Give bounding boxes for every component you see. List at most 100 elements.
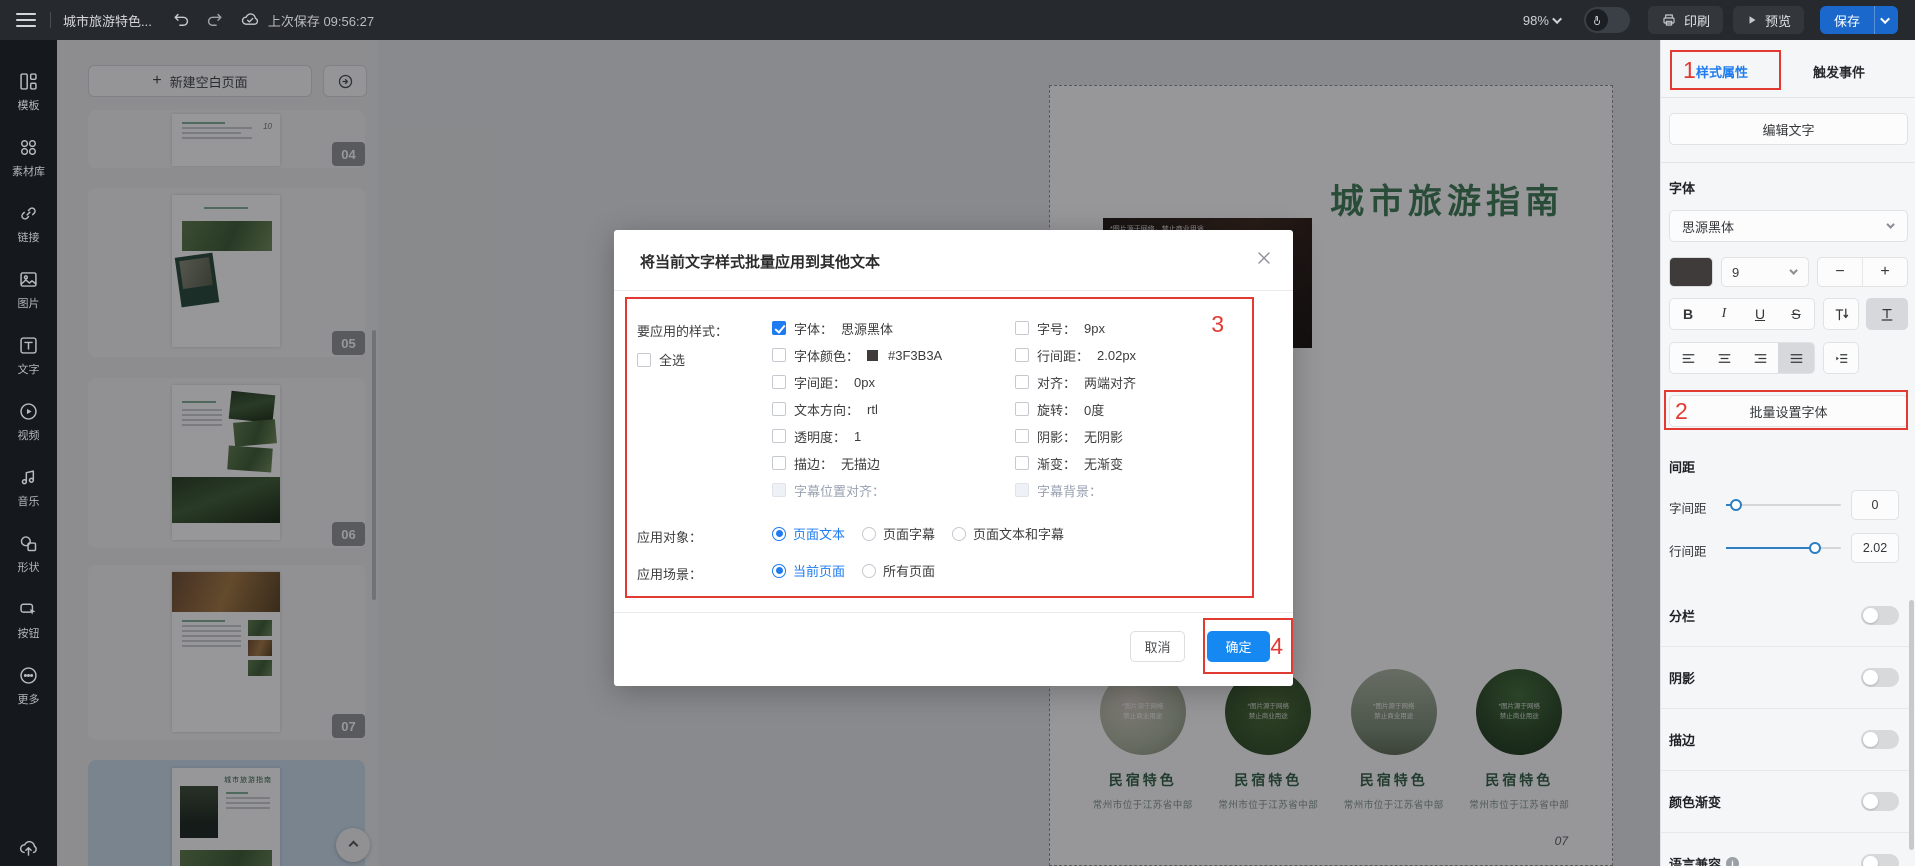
close-icon[interactable]	[1257, 251, 1271, 265]
style-option-shadow[interactable]: 阴影：无阴影	[1015, 426, 1250, 446]
sidebar-item-shape[interactable]: 形状	[0, 532, 57, 575]
setting-label: 语言兼容i	[1669, 854, 1739, 866]
select-all-option[interactable]: 全选	[637, 350, 685, 369]
print-button[interactable]: 印刷	[1648, 6, 1723, 34]
toggle-stroke[interactable]	[1861, 730, 1899, 749]
checkbox-line-spacing[interactable]	[1015, 348, 1029, 362]
sidebar-item-music[interactable]: 音乐	[0, 466, 57, 509]
text-orientation-button[interactable]	[1866, 298, 1908, 330]
style-option-font-color[interactable]: 字体颜色：#3F3B3A	[772, 345, 1007, 365]
sidebar-item-video[interactable]: 视频	[0, 400, 57, 443]
style-option-opacity[interactable]: 透明度：1	[772, 426, 1007, 446]
checkbox-font-size[interactable]	[1015, 321, 1029, 335]
checkbox-align[interactable]	[1015, 375, 1029, 389]
strikethrough-button[interactable]: S	[1778, 299, 1814, 329]
align-justify-button[interactable]	[1778, 343, 1814, 373]
indent-button[interactable]	[1823, 342, 1859, 374]
apply-target-page-text-subtitle[interactable]: 页面文本和字幕	[952, 524, 1064, 543]
save-dropdown[interactable]	[1874, 6, 1898, 34]
slider-handle[interactable]	[1730, 499, 1742, 511]
sidebar-item-button[interactable]: 按钮	[0, 598, 57, 641]
batch-set-font-button[interactable]: 批量设置字体	[1669, 395, 1908, 427]
style-option-line-spacing[interactable]: 行间距：2.02px	[1015, 345, 1250, 365]
decrease-size-button[interactable]: −	[1818, 258, 1863, 286]
letter-spacing-value[interactable]: 0	[1851, 490, 1899, 520]
style-option-font-size[interactable]: 字号：9px	[1015, 318, 1250, 338]
menu-icon[interactable]	[16, 13, 36, 27]
vertical-text-button[interactable]	[1823, 298, 1859, 330]
apply-scope-current-page[interactable]: 当前页面	[772, 561, 845, 580]
radio-page-subtitle[interactable]	[862, 527, 876, 541]
align-center-button[interactable]	[1706, 343, 1742, 373]
bold-button[interactable]: B	[1670, 299, 1706, 329]
zoom-control[interactable]: 98%	[1523, 13, 1562, 28]
checkbox-rotate[interactable]	[1015, 402, 1029, 416]
undo-icon[interactable]	[172, 11, 191, 30]
checkbox-subtitle-bg[interactable]	[1015, 483, 1029, 497]
checkbox-text-direction[interactable]	[772, 402, 786, 416]
style-option-align[interactable]: 对齐：两端对齐	[1015, 372, 1250, 392]
style-option-rotate[interactable]: 旋转：0度	[1015, 399, 1250, 419]
sidebar-item-image[interactable]: 图片	[0, 268, 57, 311]
style-option-font-family[interactable]: 字体：思源黑体	[772, 318, 1007, 338]
style-option-stroke[interactable]: 描边：无描边	[772, 453, 1007, 473]
style-option-gradient[interactable]: 渐变：无渐变	[1015, 453, 1250, 473]
style-option-subtitle-bg[interactable]: 字幕背景：	[1015, 480, 1250, 500]
toggle-columns[interactable]	[1861, 606, 1899, 625]
checkbox-shadow[interactable]	[1015, 429, 1029, 443]
radio-page-text[interactable]	[772, 527, 786, 541]
radio-all-pages[interactable]	[862, 564, 876, 578]
checkbox-opacity[interactable]	[772, 429, 786, 443]
tab-trigger-events[interactable]: 触发事件	[1813, 62, 1865, 81]
toggle-language-compat[interactable]	[1861, 854, 1899, 866]
checkbox-gradient[interactable]	[1015, 456, 1029, 470]
panel-scrollbar[interactable]	[1909, 600, 1914, 850]
font-size-select[interactable]: 9	[1721, 257, 1809, 287]
sidebar-item-assets[interactable]: 素材库	[0, 136, 57, 179]
slider-handle[interactable]	[1809, 542, 1821, 554]
sidebar-item-upload[interactable]: 上传	[0, 837, 57, 866]
redo-icon[interactable]	[205, 11, 224, 30]
zoom-level: 98%	[1523, 13, 1549, 28]
letter-spacing-slider[interactable]	[1726, 504, 1841, 506]
radio-page-text-subtitle[interactable]	[952, 527, 966, 541]
font-family-select[interactable]: 思源黑体	[1669, 210, 1908, 242]
line-spacing-value[interactable]: 2.02	[1851, 533, 1899, 563]
toggle-shadow[interactable]	[1861, 668, 1899, 687]
underline-button[interactable]: U	[1742, 299, 1778, 329]
save-button[interactable]: 保存	[1820, 6, 1898, 34]
apply-scope-all-pages[interactable]: 所有页面	[862, 561, 935, 580]
line-spacing-slider[interactable]	[1726, 547, 1841, 549]
style-option-letter-spacing[interactable]: 字间距：0px	[772, 372, 1007, 392]
checkbox-letter-spacing[interactable]	[772, 375, 786, 389]
checkbox-font-color[interactable]	[772, 348, 786, 362]
edit-text-button[interactable]: 编辑文字	[1669, 113, 1908, 145]
radio-current-page[interactable]	[772, 564, 786, 578]
checkbox-font-family[interactable]	[772, 321, 786, 335]
checkbox-subtitle-align[interactable]	[772, 483, 786, 497]
italic-button[interactable]: I	[1706, 299, 1742, 329]
cancel-button[interactable]: 取消	[1130, 631, 1185, 662]
sidebar-item-template[interactable]: 模板	[0, 70, 57, 113]
setting-label: 描边	[1669, 730, 1695, 749]
style-option-text-direction[interactable]: 文本方向：rtl	[772, 399, 1007, 419]
align-right-button[interactable]	[1742, 343, 1778, 373]
apply-target-page-text[interactable]: 页面文本	[772, 524, 845, 543]
select-all-checkbox[interactable]	[637, 353, 651, 367]
sidebar-item-more[interactable]: 更多	[0, 664, 57, 707]
touch-mode-toggle[interactable]	[1584, 7, 1630, 33]
sidebar-item-link[interactable]: 链接	[0, 202, 57, 245]
sidebar-item-text[interactable]: 文字	[0, 334, 57, 377]
preview-button[interactable]: 预览	[1733, 6, 1804, 34]
option-label: 渐变：	[1037, 454, 1076, 473]
checkbox-stroke[interactable]	[772, 456, 786, 470]
style-option-subtitle-align[interactable]: 字幕位置对齐：	[772, 480, 1007, 500]
confirm-button[interactable]: 确定	[1207, 631, 1270, 662]
tab-style-properties[interactable]: 样式属性	[1696, 62, 1748, 81]
document-title[interactable]: 城市旅游特色...	[63, 11, 152, 30]
align-left-button[interactable]	[1670, 343, 1706, 373]
increase-size-button[interactable]: +	[1863, 258, 1907, 286]
toggle-color-gradient[interactable]	[1861, 792, 1899, 811]
font-color-button[interactable]	[1669, 257, 1713, 287]
apply-target-page-subtitle[interactable]: 页面字幕	[862, 524, 935, 543]
